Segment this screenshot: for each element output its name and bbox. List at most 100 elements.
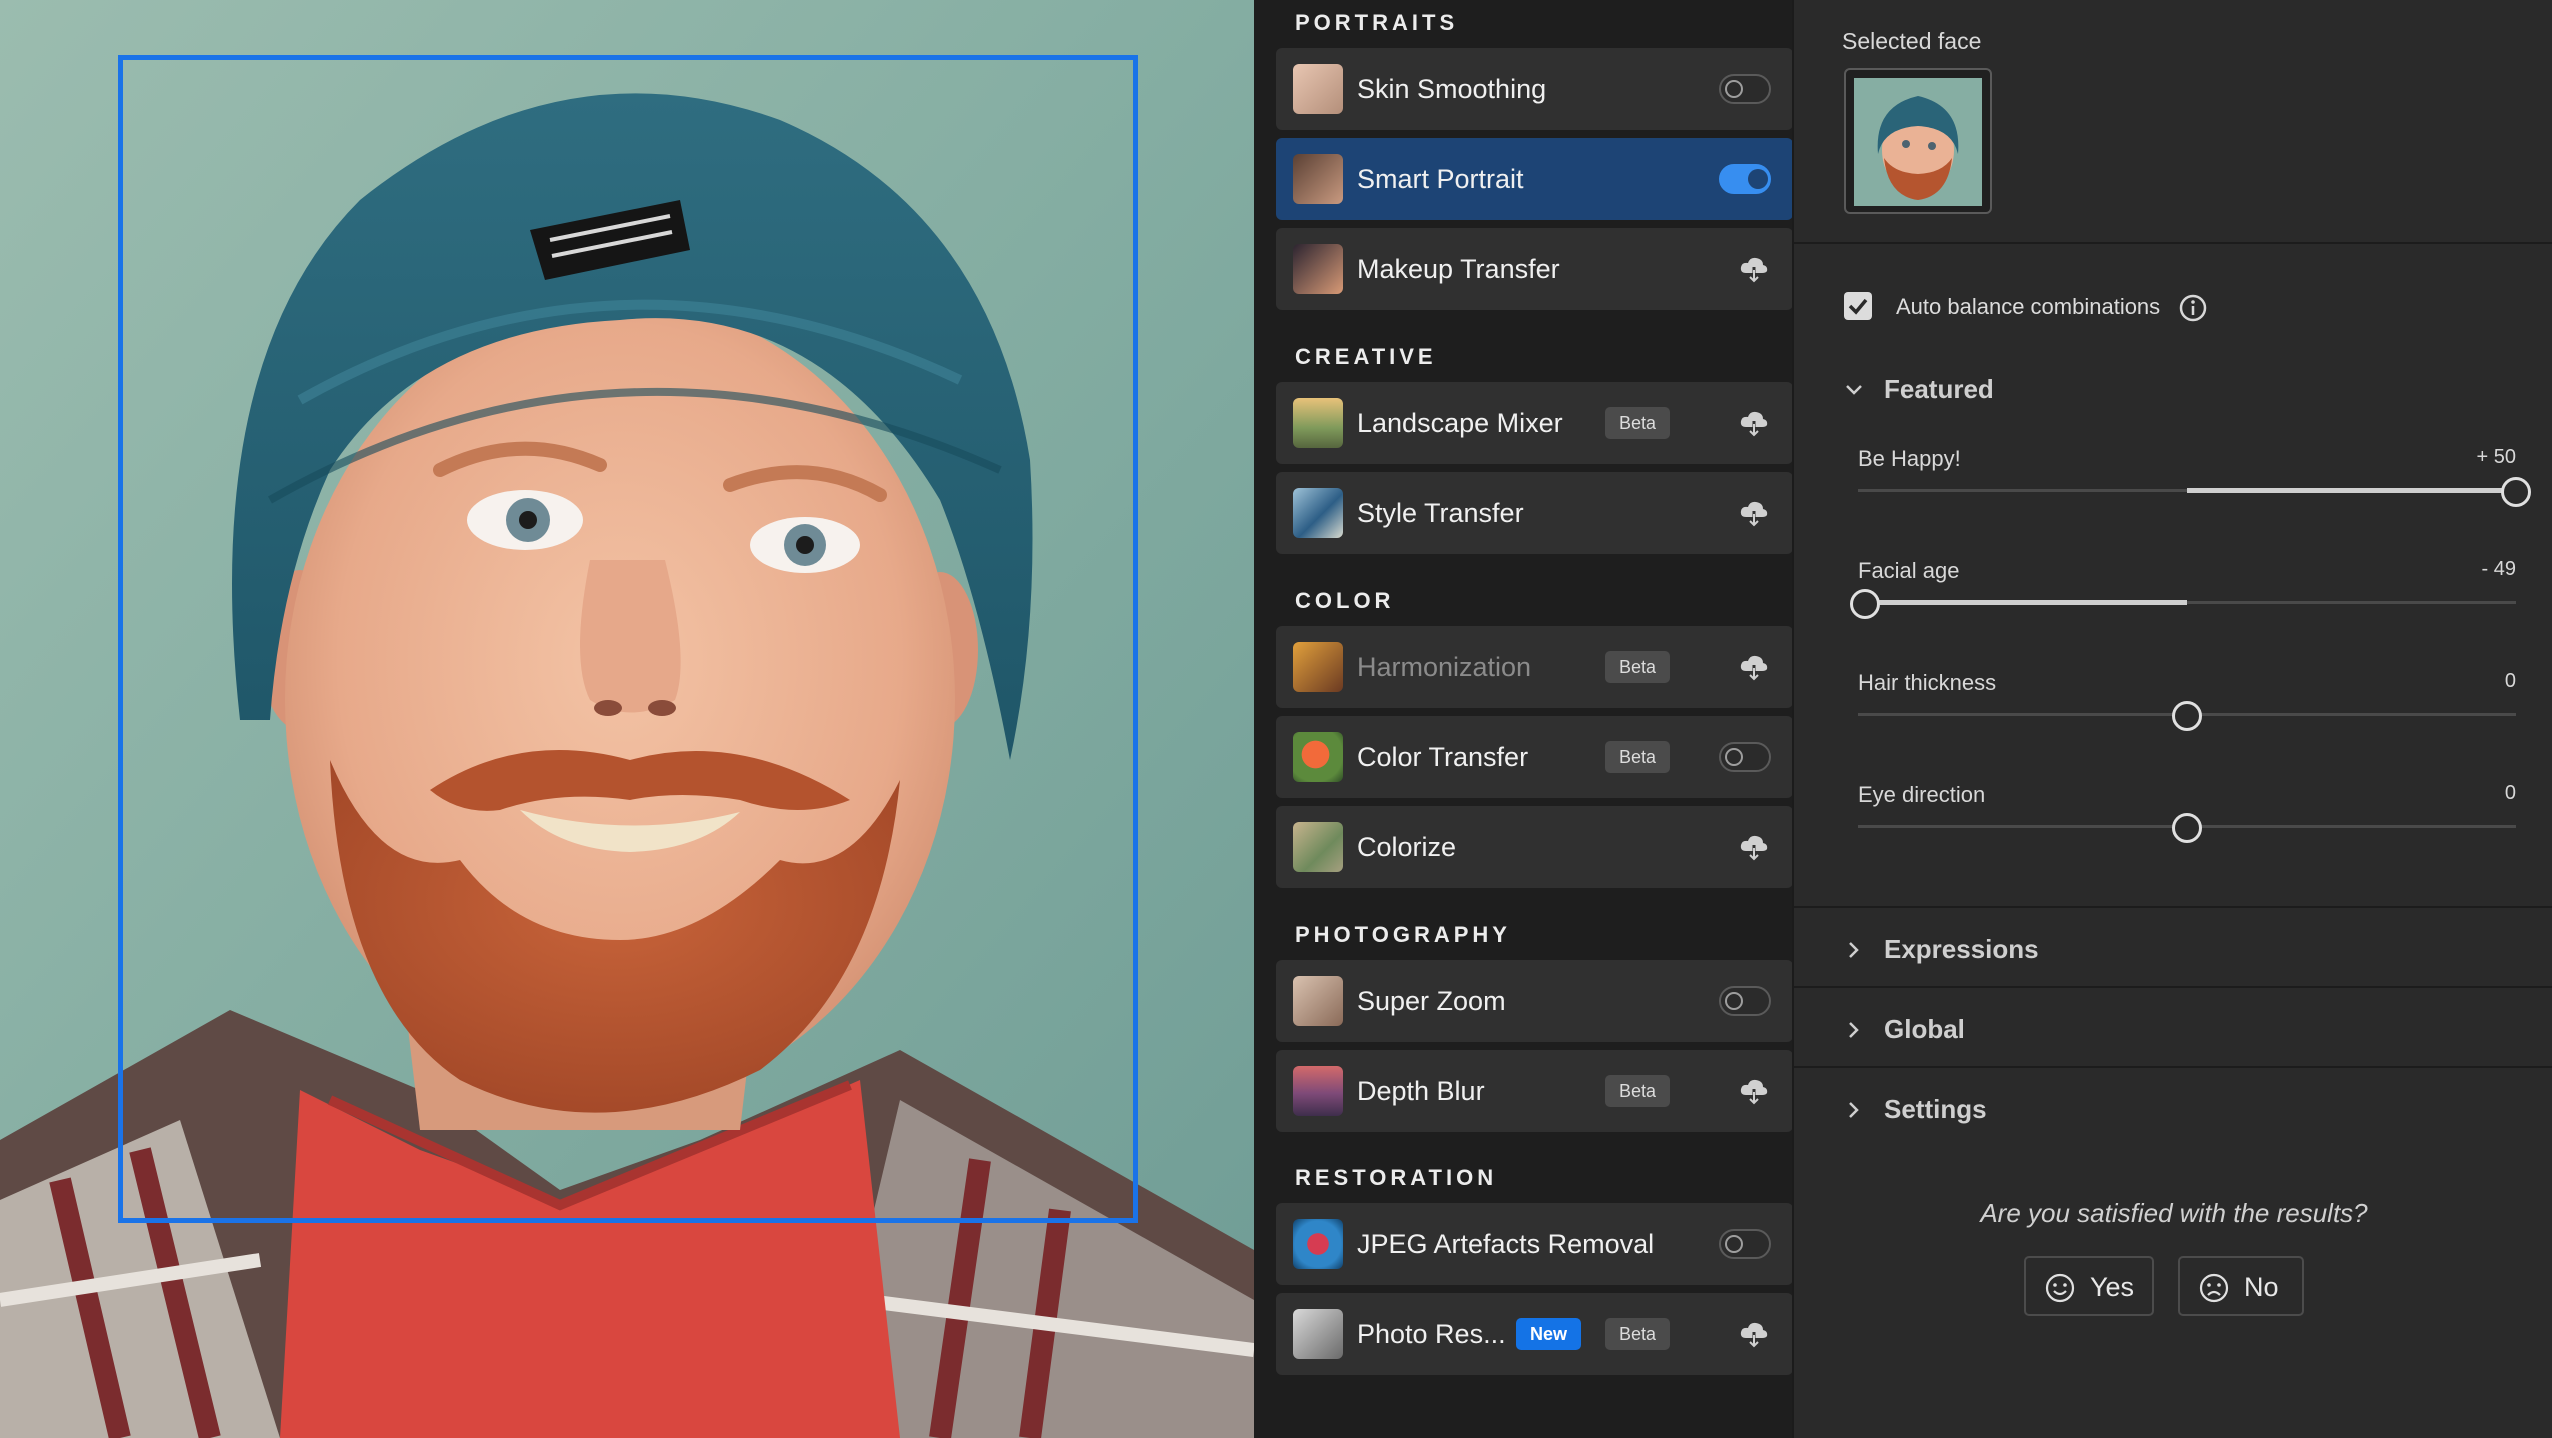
- filter-label: Super Zoom: [1357, 986, 1506, 1016]
- slider-fill: [2187, 488, 2516, 493]
- style-transfer-thumbnail: [1293, 488, 1343, 538]
- checkmark-icon: [1848, 298, 1868, 315]
- jpeg-artefacts-toggle[interactable]: [1719, 1229, 1771, 1259]
- beta-badge: Beta: [1605, 1075, 1671, 1107]
- auto-balance-checkbox[interactable]: [1844, 292, 1872, 320]
- slider-thumb[interactable]: [2172, 701, 2202, 731]
- slider-value: 0: [2504, 670, 2516, 692]
- download-cloud-icon[interactable]: [1739, 1320, 1769, 1348]
- filter-label: Harmonization: [1357, 652, 1532, 682]
- face-selection-box[interactable]: [118, 55, 1138, 1223]
- slider-thumb[interactable]: [2172, 813, 2202, 843]
- chevron-down-icon: [1846, 385, 1862, 395]
- filter-list-panel: PORTRAITS Skin Smoothing Smart Portrait …: [1254, 0, 1793, 1438]
- filter-label: Smart Portrait: [1357, 164, 1524, 194]
- new-badge: New: [1516, 1318, 1582, 1350]
- beta-badge: Beta: [1605, 651, 1671, 683]
- section-title: Settings: [1884, 1094, 1987, 1124]
- filter-super-zoom[interactable]: Super Zoom: [1276, 960, 1793, 1042]
- slider-eye-direction[interactable]: Eye direction 0: [1858, 782, 2516, 872]
- download-cloud-icon[interactable]: [1739, 833, 1769, 861]
- category-creative: CREATIVE: [1295, 344, 1437, 369]
- smart-portrait-toggle[interactable]: [1719, 164, 1771, 194]
- filter-depth-blur[interactable]: Depth Blur Beta: [1276, 1050, 1793, 1132]
- makeup-transfer-thumbnail: [1293, 244, 1343, 294]
- smart-portrait-thumbnail: [1293, 154, 1343, 204]
- slider-label: Hair thickness: [1858, 670, 1997, 695]
- colorize-thumbnail: [1293, 822, 1343, 872]
- beta-badge: Beta: [1605, 1318, 1671, 1350]
- slider-be-happy[interactable]: Be Happy! + 50: [1858, 446, 2531, 536]
- super-zoom-thumbnail: [1293, 976, 1343, 1026]
- slider-thumb[interactable]: [2501, 477, 2531, 507]
- filter-smart-portrait[interactable]: Smart Portrait: [1276, 138, 1793, 220]
- auto-balance-label: Auto balance combinations: [1896, 294, 2161, 319]
- filter-label: Style Transfer: [1357, 498, 1524, 528]
- slider-thumb[interactable]: [1849, 589, 1880, 619]
- depth-blur-thumbnail: [1293, 1066, 1343, 1116]
- section-title: Expressions: [1884, 934, 2039, 964]
- filter-style-transfer[interactable]: Style Transfer: [1276, 472, 1793, 554]
- slider-fill: [1864, 600, 2187, 605]
- section-title: Global: [1884, 1014, 1965, 1044]
- beta-badge: Beta: [1605, 407, 1671, 439]
- info-icon[interactable]: [2178, 293, 2208, 323]
- feedback-question: Are you satisfied with the results?: [1980, 1198, 2368, 1228]
- skin-smoothing-toggle[interactable]: [1719, 74, 1771, 104]
- skin-smoothing-thumbnail: [1293, 64, 1343, 114]
- filter-color-transfer[interactable]: Color Transfer Beta: [1276, 716, 1793, 798]
- category-restoration: RESTORATION: [1295, 1165, 1498, 1190]
- chevron-right-icon: [1849, 1102, 1859, 1118]
- color-transfer-toggle[interactable]: [1719, 742, 1771, 772]
- selected-face-thumbnail[interactable]: [1844, 68, 1992, 214]
- face-thumbnail-image: [1854, 78, 1982, 206]
- slider-label: Eye direction: [1858, 782, 1986, 807]
- photo-restoration-thumbnail: [1293, 1309, 1343, 1359]
- download-cloud-icon[interactable]: [1739, 653, 1769, 681]
- filter-colorize[interactable]: Colorize: [1276, 806, 1793, 888]
- download-cloud-icon[interactable]: [1739, 499, 1769, 527]
- slider-facial-age[interactable]: Facial age - 49: [1849, 558, 2516, 648]
- download-cloud-icon[interactable]: [1739, 1077, 1769, 1105]
- harmonization-thumbnail: [1293, 642, 1343, 692]
- slider-value: 0: [2504, 782, 2516, 804]
- slider-value: + 50: [2476, 446, 2516, 468]
- filter-landscape-mixer[interactable]: Landscape Mixer Beta: [1276, 382, 1793, 464]
- slider-label: Facial age: [1858, 558, 1960, 583]
- filter-label: JPEG Artefacts Removal: [1357, 1229, 1655, 1259]
- beta-badge: Beta: [1605, 741, 1671, 773]
- slider-value: - 49: [2481, 558, 2516, 580]
- filter-jpeg-artefacts-removal[interactable]: JPEG Artefacts Removal: [1276, 1203, 1793, 1285]
- section-title: Featured: [1884, 374, 1994, 404]
- filter-skin-smoothing[interactable]: Skin Smoothing: [1276, 48, 1793, 130]
- category-photography: PHOTOGRAPHY: [1295, 922, 1511, 947]
- category-color: COLOR: [1295, 588, 1395, 613]
- jpeg-artefacts-thumbnail: [1293, 1219, 1343, 1269]
- yes-label: Yes: [2090, 1272, 2135, 1302]
- slider-label: Be Happy!: [1858, 446, 1961, 471]
- chevron-right-icon: [1849, 1022, 1859, 1038]
- image-canvas[interactable]: [0, 0, 1254, 1438]
- super-zoom-toggle[interactable]: [1719, 986, 1771, 1016]
- filter-label: Colorize: [1357, 832, 1457, 862]
- feedback-no-button[interactable]: No: [2178, 1256, 2304, 1316]
- no-label: No: [2244, 1272, 2279, 1302]
- chevron-right-icon: [1849, 942, 1859, 958]
- filter-label: Makeup Transfer: [1357, 254, 1560, 284]
- frown-icon: [2199, 1273, 2229, 1303]
- filter-label: Depth Blur: [1357, 1076, 1485, 1106]
- filter-makeup-transfer[interactable]: Makeup Transfer: [1276, 228, 1793, 310]
- color-transfer-thumbnail: [1293, 732, 1343, 782]
- feedback-yes-button[interactable]: Yes: [2024, 1256, 2154, 1316]
- filter-harmonization[interactable]: Harmonization Beta: [1276, 626, 1793, 708]
- selected-face-label: Selected face: [1842, 28, 1982, 54]
- filter-photo-restoration[interactable]: Photo Res... New Beta: [1276, 1293, 1793, 1375]
- filter-label: Photo Res...: [1357, 1319, 1506, 1349]
- download-cloud-icon[interactable]: [1739, 409, 1769, 437]
- slider-hair-thickness[interactable]: Hair thickness 0: [1858, 670, 2516, 760]
- download-cloud-icon[interactable]: [1739, 255, 1769, 283]
- category-portraits: PORTRAITS: [1295, 10, 1459, 35]
- landscape-mixer-thumbnail: [1293, 398, 1343, 448]
- filter-label: Skin Smoothing: [1357, 74, 1547, 104]
- smile-icon: [2045, 1273, 2075, 1303]
